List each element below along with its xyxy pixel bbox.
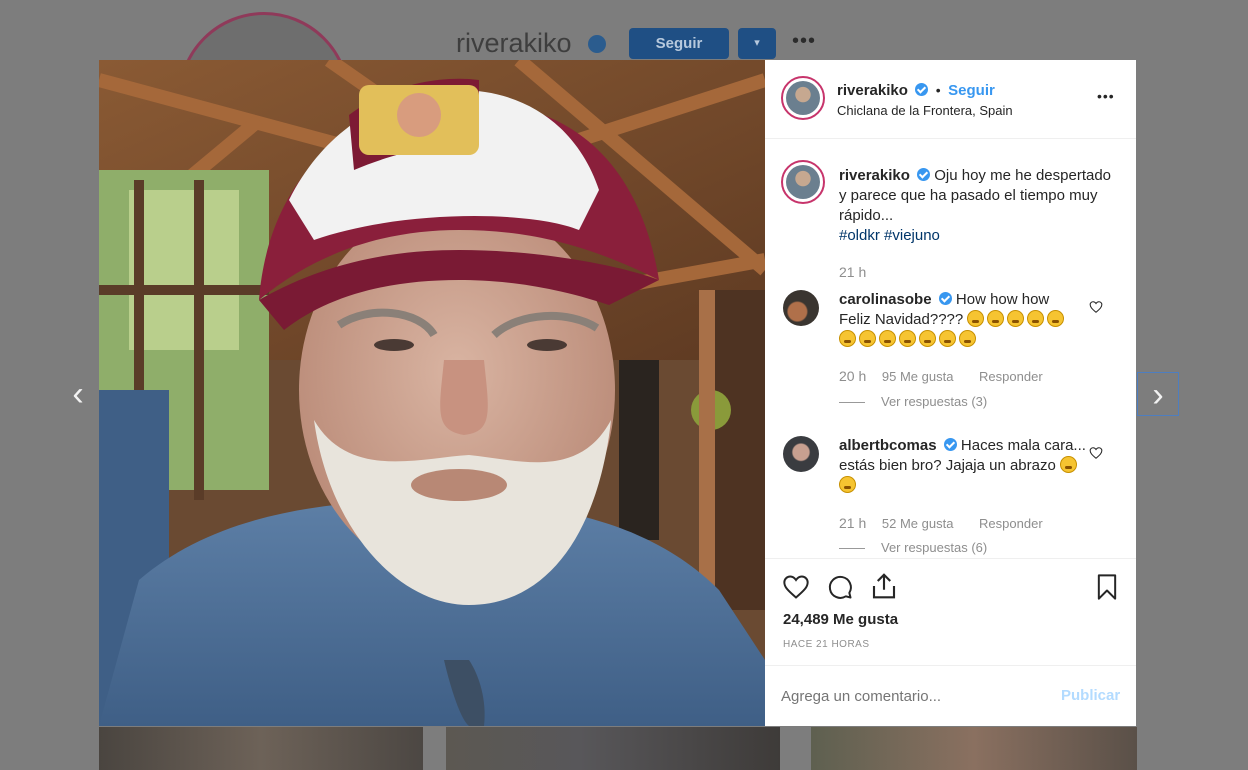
post-photo — [99, 60, 765, 726]
chevron-right-icon[interactable]: › — [1137, 372, 1179, 416]
crying-laughing-emoji — [987, 310, 1005, 327]
heart-icon[interactable] — [781, 573, 811, 601]
caption-avatar[interactable] — [781, 160, 825, 204]
crying-laughing-emoji — [967, 310, 985, 327]
bookmark-icon[interactable] — [1093, 572, 1121, 602]
background-thumbnail — [811, 727, 1137, 770]
comment-text-line2: Feliz Navidad???? — [839, 311, 964, 328]
comment-avatar[interactable] — [783, 290, 819, 326]
post-actions: 24,489 Me gusta HACE 21 HORAS — [765, 558, 1136, 667]
caption-time: 21 h — [839, 264, 867, 280]
post-modal: riverakiko • Seguir Chiclana de la Front… — [99, 60, 1136, 726]
post-location[interactable]: Chiclana de la Frontera, Spain — [837, 103, 1013, 118]
crying-laughing-emoji — [919, 330, 936, 347]
background-dropdown-button: ▾ — [738, 28, 776, 59]
verified-icon — [915, 83, 929, 96]
background-profile-header: riverakiko Seguir ▾ ••• — [0, 0, 1248, 184]
reply-button[interactable]: Responder — [979, 369, 1043, 384]
comment-2-meta: 21 h 52 Me gusta Responder — [839, 515, 1043, 531]
kissing-emoji — [839, 476, 856, 493]
more-icon[interactable]: ••• — [1097, 88, 1115, 104]
avatar-image — [786, 165, 820, 199]
crying-laughing-emoji — [939, 330, 956, 347]
post-side-panel: riverakiko • Seguir Chiclana de la Front… — [765, 60, 1136, 726]
comment-2: albertbcomas Haces mala cara... estás bi… — [839, 436, 1089, 496]
verified-icon — [917, 168, 931, 181]
post-header-title: riverakiko • Seguir — [837, 82, 995, 100]
avatar[interactable] — [781, 76, 825, 120]
crying-laughing-emoji — [959, 330, 976, 347]
comment-input[interactable] — [781, 684, 1041, 708]
background-thumbnail-row — [99, 727, 1139, 770]
background-verified-icon — [588, 35, 606, 53]
likes-count[interactable]: 24,489 Me gusta — [783, 611, 898, 628]
loudly-crying-emoji — [1059, 456, 1077, 473]
share-icon[interactable] — [869, 571, 899, 601]
reply-button[interactable]: Responder — [979, 516, 1043, 531]
avatar-image — [786, 81, 820, 115]
comment-time: 20 h — [839, 368, 867, 384]
crying-laughing-emoji — [839, 330, 856, 347]
comment-1-meta: 20 h 95 Me gusta Responder — [839, 368, 1043, 384]
crying-laughing-emoji — [1047, 310, 1065, 327]
post-photo-illustration — [99, 60, 765, 726]
heart-icon[interactable] — [1089, 300, 1103, 314]
view-replies-label: Ver respuestas (3) — [881, 394, 988, 409]
comment-1: carolinasobe How how how Feliz Navidad??… — [839, 290, 1089, 350]
publish-button[interactable]: Publicar — [1061, 687, 1120, 704]
background-username: riverakiko — [456, 28, 572, 58]
post-header: riverakiko • Seguir Chiclana de la Front… — [765, 60, 1136, 139]
background-thumbnail — [446, 727, 780, 770]
replies-line — [839, 402, 865, 404]
caption-username[interactable]: riverakiko — [839, 167, 910, 184]
comment-text-line1: How how how — [955, 291, 1050, 308]
post-timestamp: HACE 21 HORAS — [783, 639, 870, 650]
crying-laughing-emoji — [1007, 310, 1025, 327]
view-replies-button[interactable]: Ver respuestas (3) — [839, 394, 987, 409]
view-replies-button[interactable]: Ver respuestas (6) — [839, 540, 987, 555]
background-more-icon: ••• — [792, 30, 817, 52]
follow-button[interactable]: Seguir — [948, 82, 995, 99]
comment-avatar[interactable] — [783, 436, 819, 472]
caption: riverakiko Oju hoy me he despertado y pa… — [839, 166, 1119, 246]
comment-username[interactable]: carolinasobe — [839, 291, 932, 308]
comment-form: Publicar — [765, 665, 1136, 727]
chevron-left-icon[interactable]: ‹ — [57, 372, 99, 416]
comment-icon[interactable] — [825, 573, 855, 601]
crying-laughing-emoji — [879, 330, 896, 347]
view-replies-label: Ver respuestas (6) — [881, 540, 988, 555]
comment-username[interactable]: albertbcomas — [839, 437, 937, 454]
verified-icon — [938, 292, 952, 305]
crying-laughing-emoji — [899, 330, 916, 347]
background-follow-button: Seguir — [629, 28, 729, 59]
crying-laughing-emoji — [1027, 310, 1045, 327]
post-username[interactable]: riverakiko — [837, 82, 908, 99]
heart-icon[interactable] — [1089, 446, 1103, 460]
separator-dot: • — [935, 82, 941, 98]
verified-icon — [943, 438, 957, 451]
replies-line — [839, 548, 865, 550]
comment-likes[interactable]: 52 Me gusta — [882, 516, 954, 531]
comment-time: 21 h — [839, 515, 867, 531]
comment-likes[interactable]: 95 Me gusta — [882, 369, 954, 384]
background-thumbnail — [99, 727, 423, 770]
crying-laughing-emoji — [859, 330, 876, 347]
caption-hashtags[interactable]: #oldkr #viejuno — [839, 227, 940, 244]
